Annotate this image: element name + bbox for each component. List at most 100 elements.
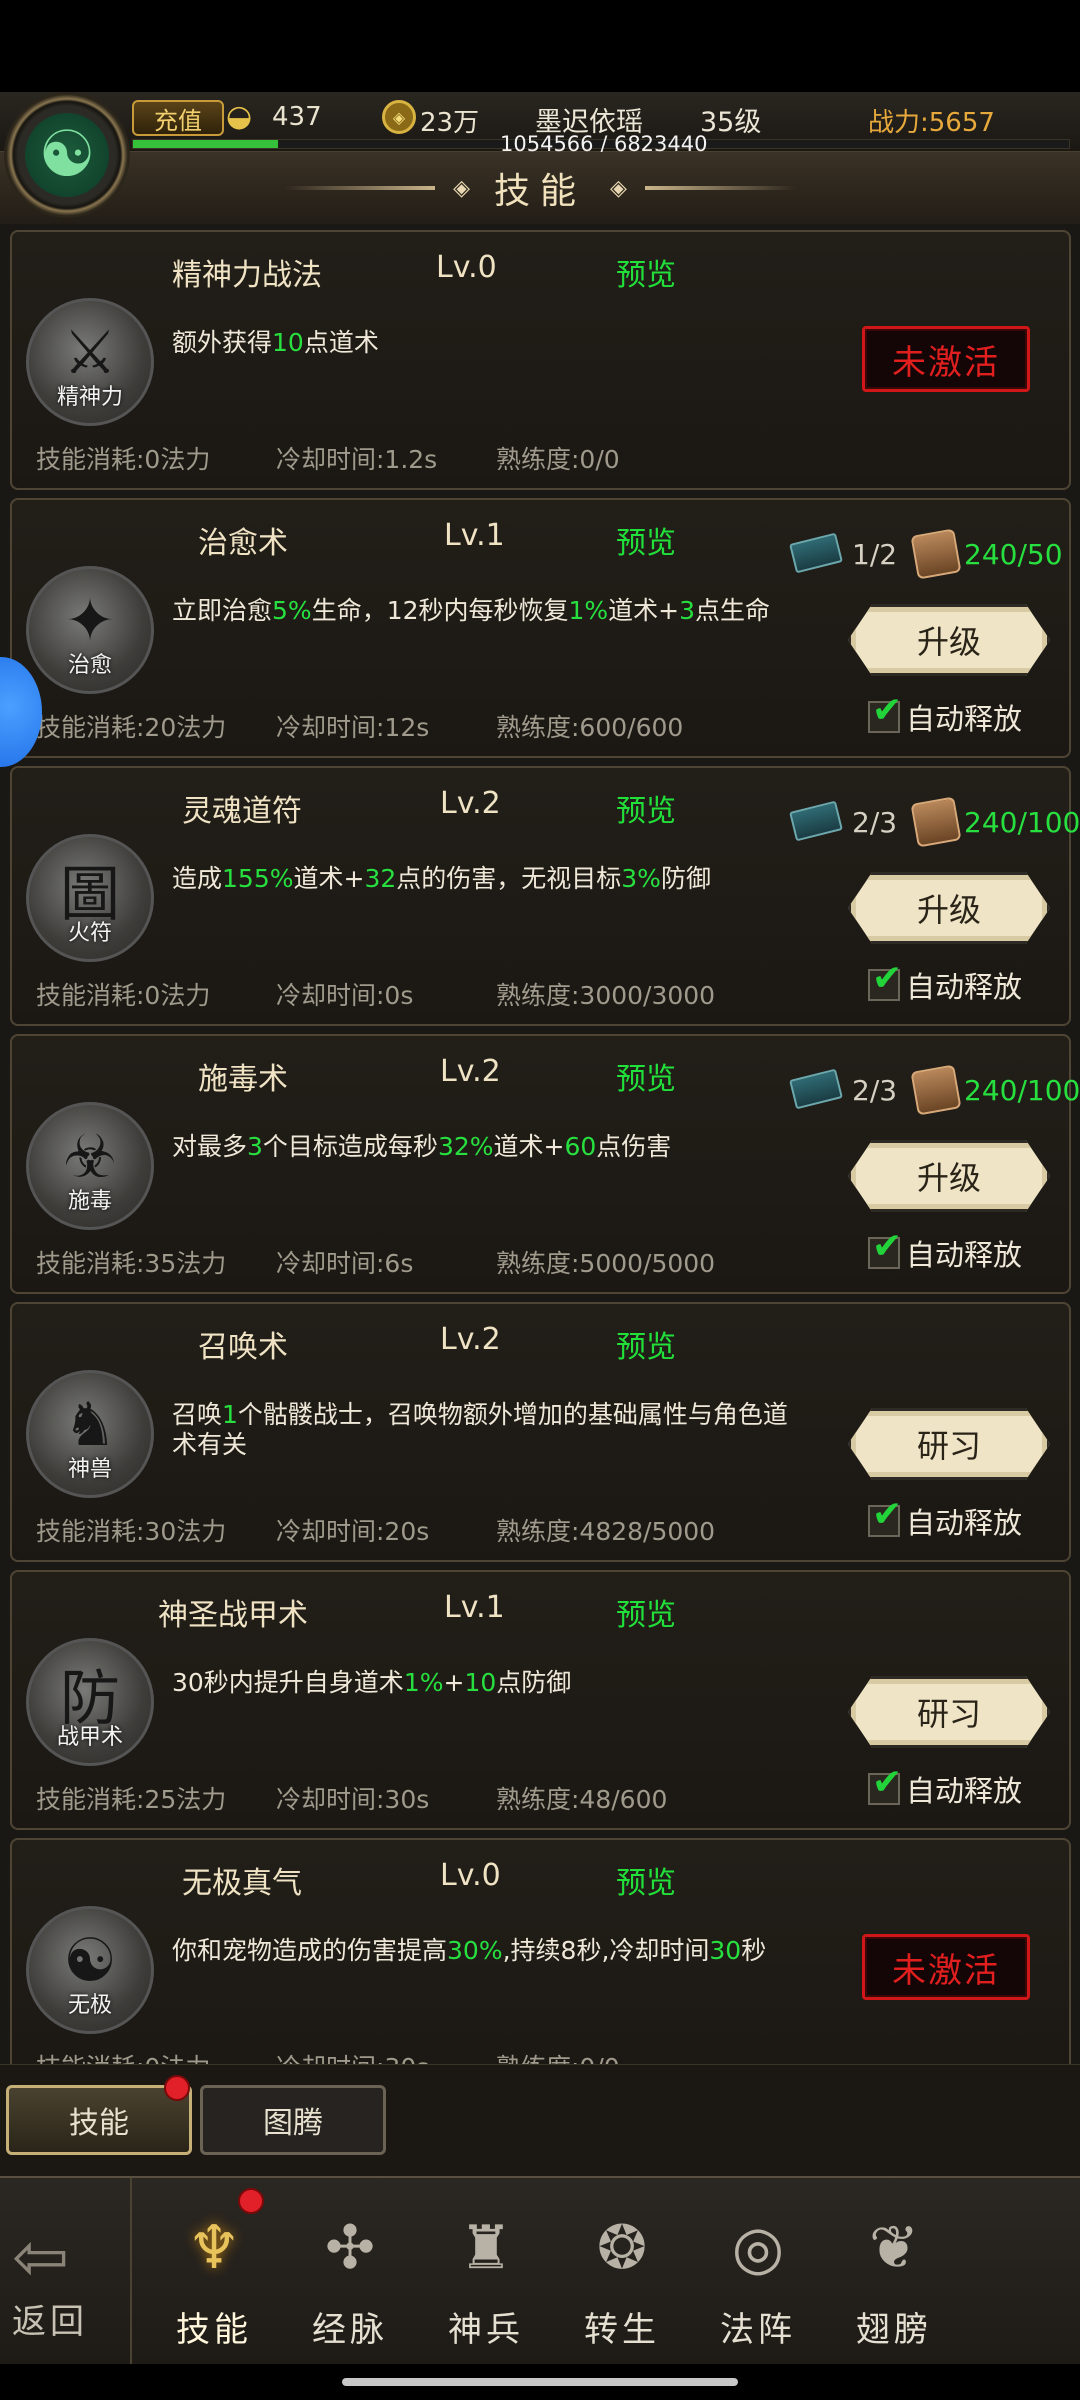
- description-text: 个目标造成每秒: [262, 1132, 438, 1161]
- description-text: 30秒内提升自身道术: [172, 1668, 404, 1697]
- study-button[interactable]: 研习: [848, 1676, 1050, 1748]
- page-title: 技能: [493, 171, 586, 212]
- skill-description: 额外获得10点道术: [172, 328, 812, 358]
- highlight-value: 3: [247, 1132, 263, 1161]
- avatar[interactable]: ☯: [4, 92, 130, 218]
- description-text: 立即治愈: [172, 596, 273, 625]
- defense-glyph-icon[interactable]: 防战甲术: [26, 1638, 154, 1766]
- highlight-value: 1%: [568, 596, 609, 625]
- auto-cast-toggle[interactable]: ✔ 自动释放: [868, 1765, 1022, 1808]
- highlight-value: 60: [564, 1132, 597, 1161]
- home-indicator[interactable]: [342, 2378, 738, 2386]
- upgrade-cost: 2/3 240/100: [789, 1064, 1080, 1116]
- description-text: 个骷髅战士，召唤物额外增加的基础属性与角色道术有关: [172, 1400, 788, 1459]
- description-text: 对最多: [172, 1132, 248, 1161]
- skill-card[interactable]: 神圣战甲术 Lv.1 预览防战甲术 30秒内提升自身道术1%+10点防御 技能消耗:25…: [10, 1570, 1071, 1830]
- skill-name: 治愈术: [198, 526, 288, 561]
- preview-link[interactable]: 预览: [616, 1054, 676, 1098]
- recharge-button[interactable]: 充值: [132, 100, 224, 136]
- skill-card[interactable]: 灵魂道符 Lv.2 预览圖火符 造成155%道术+32点的伤害，无视目标3%防御 技能消…: [10, 766, 1080, 1026]
- coin-icon: ◈: [382, 100, 416, 134]
- skill-proficiency: 熟练度:5000/5000: [496, 1249, 716, 1278]
- nav-item[interactable]: ✣ 经脉: [286, 2178, 414, 2366]
- skill-level: Lv.0: [440, 1858, 501, 1893]
- upgrade-button[interactable]: 升级: [848, 604, 1050, 676]
- taiji-emblem-icon: ☯: [25, 113, 109, 197]
- preview-link[interactable]: 预览: [616, 1322, 676, 1366]
- skill-proficiency: 熟练度:3000/3000: [496, 981, 716, 1010]
- highlight-value: 155%: [222, 864, 294, 893]
- sword-icon[interactable]: ⚔ 精神力: [26, 298, 154, 426]
- preview-link[interactable]: 预览: [616, 786, 676, 830]
- yin-yang-icon[interactable]: ☯ 无极: [26, 1906, 154, 2034]
- nav-item[interactable]: ◎ 法阵: [694, 2178, 822, 2366]
- coin-value: 23万: [420, 108, 480, 138]
- preview-link[interactable]: 预览: [616, 1858, 676, 1902]
- preview-link[interactable]: 预览: [616, 250, 676, 294]
- auto-cast-checkbox[interactable]: ✔: [868, 1765, 902, 1805]
- subtab-totem[interactable]: 图腾: [200, 2085, 386, 2155]
- nav-label: 转生: [584, 2310, 660, 2350]
- description-text: 点的伤害，无视目标: [396, 864, 622, 893]
- skill-mana-cost: 技能消耗:35法力: [36, 1249, 227, 1278]
- helmet-icon: ♜: [459, 2213, 513, 2283]
- skill-icon-label: 施毒: [67, 1189, 112, 1214]
- auto-cast-toggle[interactable]: ✔ 自动释放: [868, 961, 1022, 1004]
- beast-icon[interactable]: ♞ 神兽: [26, 1370, 154, 1498]
- skill-mana-cost: 技能消耗:0法力: [36, 981, 211, 1010]
- skill-card[interactable]: 召唤术 Lv.2 预览 ♞ 神兽 召唤1个骷髅战士，召唤物额外增加的基础属性与角色道术有关…: [10, 1302, 1071, 1562]
- nav-label: 翅膀: [856, 2310, 932, 2350]
- auto-cast-checkbox[interactable]: ✔: [868, 1229, 902, 1269]
- auto-cast-checkbox[interactable]: ✔: [868, 961, 902, 1001]
- nav-item[interactable]: ❦ 翅膀: [830, 2178, 958, 2366]
- auto-cast-checkbox[interactable]: ✔: [868, 1497, 902, 1537]
- checkmark-icon: ✔: [872, 1762, 903, 1803]
- skill-book-count: 2/3: [852, 1074, 898, 1107]
- description-text: 道术+: [493, 1132, 565, 1161]
- nav-item[interactable]: ♜ 神兵: [422, 2178, 550, 2366]
- upgrade-button[interactable]: 升级: [848, 1140, 1050, 1212]
- skill-book-icon: [789, 800, 843, 842]
- auto-cast-toggle[interactable]: ✔ 自动释放: [868, 693, 1022, 736]
- highlight-value: 32: [364, 864, 397, 893]
- skill-list[interactable]: 精神力战法 Lv.0 预览 ⚔ 精神力 额外获得10点道术 技能消耗:0法力 冷却时间:1.2…: [0, 224, 1080, 2064]
- study-button[interactable]: 研习: [848, 1408, 1050, 1480]
- skill-description: 召唤1个骷髅战士，召唤物额外增加的基础属性与角色道术有关: [172, 1400, 812, 1460]
- skill-description: 造成155%道术+32点的伤害，无视目标3%防御: [172, 864, 812, 894]
- skill-book-icon: [789, 1068, 843, 1110]
- subtab-skills[interactable]: 技能: [6, 2085, 192, 2155]
- upgrade-button[interactable]: 升级: [848, 872, 1050, 944]
- skill-name: 召唤术: [198, 1330, 288, 1365]
- combat-power-value: 5657: [928, 108, 995, 138]
- talisman-icon[interactable]: 圖火符: [26, 834, 154, 962]
- highlight-value: 30: [709, 1936, 742, 1965]
- notification-dot: [238, 2188, 264, 2214]
- preview-link[interactable]: 预览: [616, 518, 676, 562]
- poison-icon[interactable]: ☣ 施毒: [26, 1102, 154, 1230]
- skill-proficiency: 熟练度:4828/5000: [496, 1517, 716, 1546]
- meridian-icon: ✣: [324, 2213, 376, 2283]
- skill-cooldown: 冷却时间:20s: [276, 1517, 430, 1546]
- auto-cast-checkbox[interactable]: ✔: [868, 693, 902, 733]
- skill-card[interactable]: 治愈术 Lv.1 预览 ✦ 治愈 立即治愈5%生命，12秒内每秒恢复1%道术+3点生命 技能…: [10, 498, 1071, 758]
- back-button[interactable]: ⇦ 返回: [0, 2178, 132, 2366]
- nav-item[interactable]: ❂ 转生: [558, 2178, 686, 2366]
- skill-level: Lv.1: [444, 1590, 505, 1625]
- auto-cast-toggle[interactable]: ✔ 自动释放: [868, 1497, 1022, 1540]
- skill-book-icon: [789, 532, 843, 574]
- skill-book-count: 1/2: [852, 538, 898, 571]
- back-arrow-icon: ⇦: [12, 2218, 69, 2297]
- material-count: 240/100: [964, 1074, 1080, 1107]
- skill-card[interactable]: 精神力战法 Lv.0 预览 ⚔ 精神力 额外获得10点道术 技能消耗:0法力 冷却时间:1.2…: [10, 230, 1071, 490]
- inactive-badge: 未激活: [862, 326, 1030, 392]
- status-strip: [0, 0, 1080, 92]
- heal-sparkle-icon[interactable]: ✦ 治愈: [26, 566, 154, 694]
- skill-card[interactable]: 施毒术 Lv.2 预览 ☣ 施毒 对最多3个目标造成每秒32%道术+60点伤害 技能消耗:3…: [10, 1034, 1080, 1294]
- page-header: ◈ 技能 ◈: [0, 152, 1080, 224]
- preview-link[interactable]: 预览: [616, 1590, 676, 1634]
- home-indicator-bar: [0, 2364, 1080, 2400]
- skill-card[interactable]: 无极真气 Lv.0 预览 ☯ 无极 你和宠物造成的伤害提高30%,持续8秒,冷却时间30秒…: [10, 1838, 1071, 2064]
- auto-cast-toggle[interactable]: ✔ 自动释放: [868, 1229, 1022, 1272]
- skill-description: 立即治愈5%生命，12秒内每秒恢复1%道术+3点生命: [172, 596, 812, 626]
- beast-icon-glyph: ♞: [63, 1390, 117, 1460]
